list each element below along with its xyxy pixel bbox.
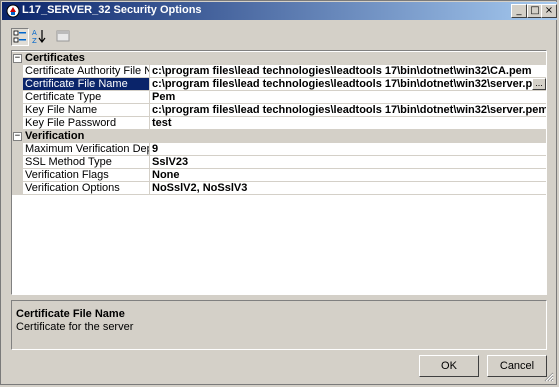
property-value[interactable]: c:\program files\lead technologies\leadt… — [150, 104, 546, 117]
property-name[interactable]: Certificate Type — [23, 91, 150, 104]
property-pages-button[interactable] — [55, 28, 73, 46]
property-value[interactable]: Pem — [150, 91, 546, 104]
property-name[interactable]: Certificate File Name — [23, 78, 150, 91]
property-row[interactable]: Maximum Verification Depth 9 — [12, 143, 546, 156]
property-row[interactable]: Certificate Authority File Name c:\progr… — [12, 65, 546, 78]
description-text: Certificate for the server — [16, 321, 134, 333]
resize-grip-icon[interactable] — [542, 370, 554, 382]
sort-alphabetical-icon: A Z — [32, 29, 46, 45]
property-row[interactable]: Verification Options NoSslV2, NoSslV3 — [12, 182, 546, 195]
property-name[interactable]: Maximum Verification Depth — [23, 143, 150, 156]
property-row[interactable]: SSL Method Type SslV23 — [12, 156, 546, 169]
ok-button[interactable]: OK — [419, 355, 479, 377]
property-grid[interactable]: − Certificates Certificate Authority Fil… — [11, 50, 547, 295]
property-pages-icon — [56, 30, 70, 42]
property-name[interactable]: Key File Password — [23, 117, 150, 130]
category-label: Verification — [25, 130, 85, 142]
collapse-certificates-icon[interactable]: − — [13, 54, 22, 63]
property-row[interactable]: Key File Password test — [12, 117, 546, 130]
property-value[interactable]: 9 — [150, 143, 546, 156]
category-certificates[interactable]: − Certificates — [12, 52, 546, 65]
svg-text:A: A — [32, 29, 37, 37]
category-verification[interactable]: − Verification — [12, 130, 546, 143]
browse-button[interactable]: ... — [532, 78, 546, 90]
property-name[interactable]: Certificate Authority File Name — [23, 65, 150, 78]
property-toolbar: A Z — [11, 28, 131, 48]
property-row[interactable]: Certificate Type Pem — [12, 91, 546, 104]
categorized-icon — [13, 30, 26, 43]
category-label: Certificates — [25, 52, 85, 64]
property-name[interactable]: SSL Method Type — [23, 156, 150, 169]
description-panel: Certificate File Name Certificate for th… — [11, 300, 547, 350]
property-value[interactable]: test — [150, 117, 546, 130]
property-value[interactable]: NoSslV2, NoSslV3 — [150, 182, 546, 195]
property-row[interactable]: Key File Name c:\program files\lead tech… — [12, 104, 546, 117]
property-row-selected[interactable]: Certificate File Name c:\program files\l… — [12, 78, 546, 91]
minimize-button[interactable]: _ — [511, 4, 527, 18]
property-value[interactable]: None — [150, 169, 546, 182]
property-row[interactable]: Verification Flags None — [12, 169, 546, 182]
app-icon — [6, 4, 20, 18]
window-title: L17_SERVER_32 Security Options — [22, 4, 202, 16]
property-name[interactable]: Verification Options — [23, 182, 150, 195]
property-name[interactable]: Key File Name — [23, 104, 150, 117]
alphabetical-view-button[interactable]: A Z — [31, 28, 49, 46]
property-value[interactable]: c:\program files\lead technologies\leadt… — [150, 65, 546, 78]
svg-text:Z: Z — [32, 37, 37, 44]
property-value-text: c:\program files\lead technologies\leadt… — [152, 78, 547, 90]
cancel-button[interactable]: Cancel — [487, 355, 547, 377]
dialog-window: L17_SERVER_32 Security Options _ □ × A Z — [0, 0, 557, 385]
categorized-view-button[interactable] — [11, 28, 29, 46]
property-value[interactable]: SslV23 — [150, 156, 546, 169]
property-value[interactable]: c:\program files\lead technologies\leadt… — [150, 78, 547, 91]
collapse-verification-icon[interactable]: − — [13, 132, 22, 141]
description-title: Certificate File Name — [16, 308, 125, 320]
close-button[interactable]: × — [541, 4, 557, 18]
property-name[interactable]: Verification Flags — [23, 169, 150, 182]
title-bar[interactable]: L17_SERVER_32 Security Options _ □ × — [2, 2, 557, 20]
